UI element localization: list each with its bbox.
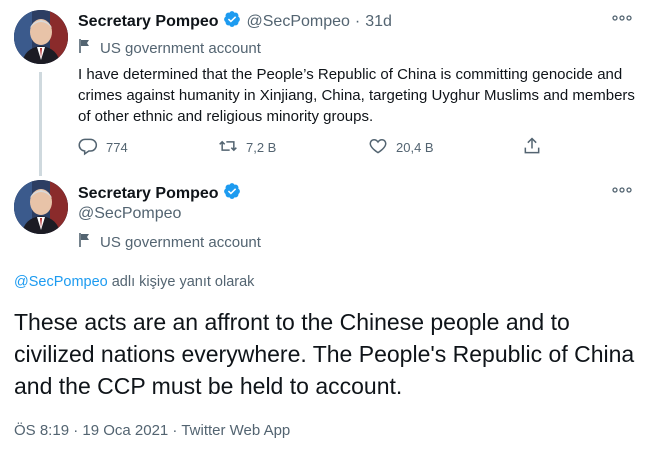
tweet-text: These acts are an affront to the Chinese… [14,309,635,399]
thread-connector-line [39,72,42,176]
reply-button[interactable]: 774 [78,136,128,158]
replying-to: @SecPompeo adlı kişiye yanıt olarak [14,274,254,290]
handle[interactable]: @SecPompeo [247,13,350,31]
more-options-icon[interactable] [610,12,634,26]
flag-icon [78,38,100,58]
avatar[interactable] [14,10,68,64]
reply-to-handle-link[interactable]: @SecPompeo [14,274,108,290]
share-button[interactable] [522,136,550,158]
share-icon [522,136,550,159]
retweet-icon [218,136,246,159]
gov-label-text: US government account [100,39,261,57]
flag-icon [78,232,100,252]
gov-label-text: US government account [100,233,261,251]
verified-badge-icon [223,182,241,205]
reply-icon [78,136,106,159]
avatar[interactable] [14,180,68,234]
tweet1-header: Secretary Pompeo @SecPompeo · 31d [78,10,392,33]
reply-count: 774 [106,139,128,155]
government-account-label: US government account [78,38,261,58]
retweet-count: 7,2 B [246,139,277,155]
verified-badge-icon [223,10,241,33]
display-name[interactable]: Secretary Pompeo [78,185,219,203]
handle[interactable]: @SecPompeo [78,205,181,223]
retweet-button[interactable]: 7,2 B [218,136,276,158]
timestamp[interactable]: 31d [365,13,392,31]
tweet-thread: Secretary Pompeo @SecPompeo · 31d US gov… [0,0,656,456]
tweet-text: I have determined that the People’s Repu… [78,66,635,125]
tweet-actions: 774 7,2 B 20,4 B [78,136,558,158]
more-options-icon[interactable] [610,184,634,198]
separator: · [354,12,361,30]
display-name[interactable]: Secretary Pompeo [78,13,219,31]
government-account-label: US government account [78,232,261,252]
like-count: 20,4 B [396,139,434,155]
like-button[interactable]: 20,4 B [368,136,434,158]
heart-icon [368,136,396,159]
reply-to-suffix: adlı kişiye yanıt olarak [107,274,255,290]
tweet-meta[interactable]: ÖS 8:19 · 19 Oca 2021 · Twitter Web App [14,422,290,439]
tweet2-header: Secretary Pompeo [78,182,241,205]
